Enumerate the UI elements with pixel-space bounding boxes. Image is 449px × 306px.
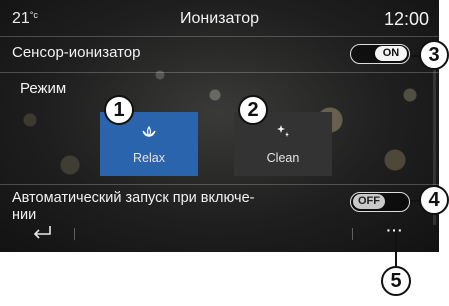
ionizer-screen: 21°c Ионизатор 12:00 Сенсор-ионизатор ON… (0, 0, 439, 252)
mode-divider (0, 184, 439, 185)
bar-separator (74, 228, 75, 240)
sparkle-icon (276, 123, 290, 145)
back-button[interactable] (30, 224, 60, 244)
header-divider (0, 36, 439, 37)
mode-clean-label: Clean (266, 151, 300, 165)
back-arrow-icon (33, 226, 51, 239)
sensor-ionizer-toggle[interactable]: ON (350, 44, 410, 64)
bar-separator (352, 228, 353, 240)
page-title: Ионизатор (180, 10, 259, 27)
callout-2: 2 (238, 95, 268, 125)
clock: 12:00 (383, 9, 429, 29)
mode-label: Режим (20, 80, 67, 97)
auto-start-label-line1: Автоматический запуск при включе- (12, 190, 255, 206)
callout-1: 1 (104, 95, 134, 125)
callout-5-leader (395, 230, 397, 266)
auto-start-label: Автоматический запуск при включе- нии (12, 190, 342, 224)
sensor-ionizer-label: Сенсор-ионизатор (12, 44, 141, 61)
callout-3: 3 (419, 40, 449, 70)
callout-4: 4 (419, 185, 449, 215)
auto-start-toggle-state: OFF (353, 194, 385, 209)
bottom-bar: ··· (0, 222, 439, 252)
lotus-icon (142, 123, 156, 145)
sensor-toggle-state: ON (375, 46, 407, 61)
mode-relax-label: Relax (133, 151, 165, 165)
auto-start-toggle[interactable]: OFF (350, 192, 410, 212)
callout-5: 5 (381, 266, 411, 296)
row-divider (0, 72, 439, 73)
